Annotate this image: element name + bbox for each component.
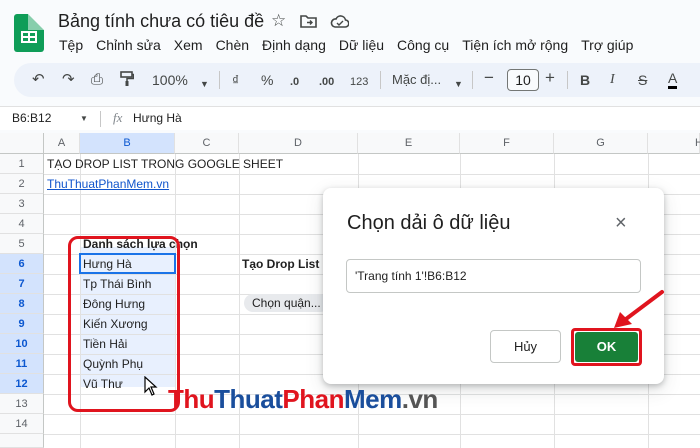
column-header-h[interactable]: H — [648, 133, 700, 154]
watermark-part3: Phan — [282, 384, 344, 414]
watermark-part4: Mem — [344, 384, 402, 414]
text-color-button[interactable]: A — [668, 71, 678, 89]
watermark-part5: .vn — [401, 384, 439, 414]
strikethrough-button[interactable]: S — [638, 71, 647, 89]
column-header-d[interactable]: D — [239, 133, 358, 154]
increase-font-size-button[interactable]: + — [545, 69, 555, 87]
italic-button[interactable]: I — [610, 71, 615, 89]
column-header-h-label: H — [695, 137, 700, 149]
dialog-title: Chọn dải ô dữ liệu — [347, 212, 511, 234]
range-input[interactable]: 'Trang tính 1'!B6:B12 — [346, 259, 641, 293]
menu-extensions[interactable]: Tiện ích mở rộng — [462, 37, 568, 53]
row-header-11[interactable]: 11 — [0, 354, 44, 374]
menu-help[interactable]: Trợ giúp — [581, 37, 633, 53]
decrease-font-size-button[interactable]: − — [484, 69, 494, 87]
bold-button[interactable]: B — [580, 71, 590, 89]
document-title[interactable]: Bảng tính chưa có tiêu đề — [58, 11, 264, 32]
dropdown-chip-d8[interactable]: Chọn quận... — [244, 294, 329, 312]
column-header-c[interactable]: C — [175, 133, 239, 154]
star-icon[interactable]: ☆ — [271, 11, 286, 31]
row-header-9[interactable]: 9 — [0, 314, 44, 334]
print-icon[interactable]: ⎙ — [91, 71, 103, 89]
menu-format[interactable]: Định dạng — [262, 37, 326, 53]
row-header-8[interactable]: 8 — [0, 294, 44, 314]
row-header-10[interactable]: 10 — [0, 334, 44, 354]
watermark-part2: Thuat — [214, 384, 283, 414]
menu-tools[interactable]: Công cụ — [397, 37, 449, 53]
undo-icon[interactable]: ↶ — [32, 71, 45, 89]
row-header-7[interactable]: 7 — [0, 274, 44, 294]
row-header-5[interactable]: 5 — [0, 234, 44, 254]
row-header-1[interactable]: 1 — [0, 154, 44, 174]
more-formats-button[interactable]: 123 — [350, 73, 368, 91]
name-box[interactable]: B6:B12 — [12, 111, 51, 125]
percent-format-button[interactable]: % — [261, 71, 273, 89]
close-icon[interactable]: × — [615, 212, 627, 234]
sheets-logo-icon[interactable] — [14, 14, 44, 52]
menu-file[interactable]: Tệp — [59, 37, 83, 53]
cell-d6[interactable]: Tạo Drop List — [242, 254, 319, 274]
watermark-logo: ThuThuatPhanMem.vn — [168, 384, 438, 415]
row-header-6[interactable]: 6 — [0, 254, 44, 274]
paint-format-icon[interactable] — [120, 71, 135, 92]
zoom-select[interactable]: 100% — [152, 71, 188, 89]
currency-format-button[interactable]: ₫ — [232, 71, 239, 89]
fx-icon: fx — [113, 110, 123, 125]
decrease-decimal-button[interactable]: .0 — [290, 73, 299, 91]
column-header-e[interactable]: E — [358, 133, 460, 154]
row-header-4[interactable]: 4 — [0, 214, 44, 234]
formula-bar: B6:B12 ▼ fx Hưng Hà — [0, 106, 700, 130]
cancel-button[interactable]: Hủy — [490, 330, 561, 363]
menu-view[interactable]: Xem — [174, 37, 203, 53]
column-header-f[interactable]: F — [460, 133, 554, 154]
row-header-12[interactable]: 12 — [0, 374, 44, 394]
zoom-dropdown-icon[interactable]: ▼ — [200, 75, 209, 93]
annotation-arrow-icon — [614, 290, 664, 328]
row-header-2[interactable]: 2 — [0, 174, 44, 194]
row-header-14[interactable]: 14 — [0, 414, 44, 434]
row-header-15[interactable] — [0, 434, 44, 448]
menu-insert[interactable]: Chèn — [216, 37, 249, 53]
formula-input[interactable]: Hưng Hà — [133, 111, 182, 125]
row-header-3[interactable]: 3 — [0, 194, 44, 214]
cell-a2-link[interactable]: ThuThuatPhanMem.vn — [47, 174, 169, 194]
watermark-part1: Thu — [168, 384, 215, 414]
menu-edit[interactable]: Chỉnh sửa — [96, 37, 161, 53]
font-dropdown-icon[interactable]: ▼ — [454, 75, 463, 93]
font-select[interactable]: Mặc đị... — [392, 71, 441, 89]
increase-decimal-button[interactable]: .00 — [319, 73, 334, 91]
sheets-window: Bảng tính chưa có tiêu đề ☆ Tệp Chỉnh sử… — [0, 0, 700, 448]
column-header-a[interactable]: A — [44, 133, 80, 154]
row-header-13[interactable]: 13 — [0, 394, 44, 414]
mouse-cursor-icon — [144, 376, 158, 396]
menu-data[interactable]: Dữ liệu — [339, 37, 384, 53]
column-header-g[interactable]: G — [554, 133, 648, 154]
annotation-frame — [68, 236, 180, 412]
cloud-icon[interactable] — [330, 13, 350, 33]
name-box-dropdown-icon[interactable]: ▼ — [80, 114, 88, 123]
menu-bar: Tệp Chỉnh sửa Xem Chèn Định dạng Dữ liệu… — [59, 37, 646, 53]
column-header-b[interactable]: B — [80, 133, 175, 154]
toolbar: ↶ ↷ ⎙ 100% ▼ ₫ % .0 .00 123 Mặc đị... ▼ … — [14, 63, 700, 97]
move-to-folder-icon[interactable] — [300, 13, 317, 33]
cell-a1[interactable]: TẠO DROP LIST TRONG GOOGLE SHEET — [47, 154, 283, 174]
redo-icon[interactable]: ↷ — [62, 71, 75, 89]
ok-button[interactable]: OK — [575, 332, 638, 362]
font-size-input[interactable]: 10 — [507, 69, 539, 91]
select-all-corner[interactable] — [0, 133, 44, 154]
